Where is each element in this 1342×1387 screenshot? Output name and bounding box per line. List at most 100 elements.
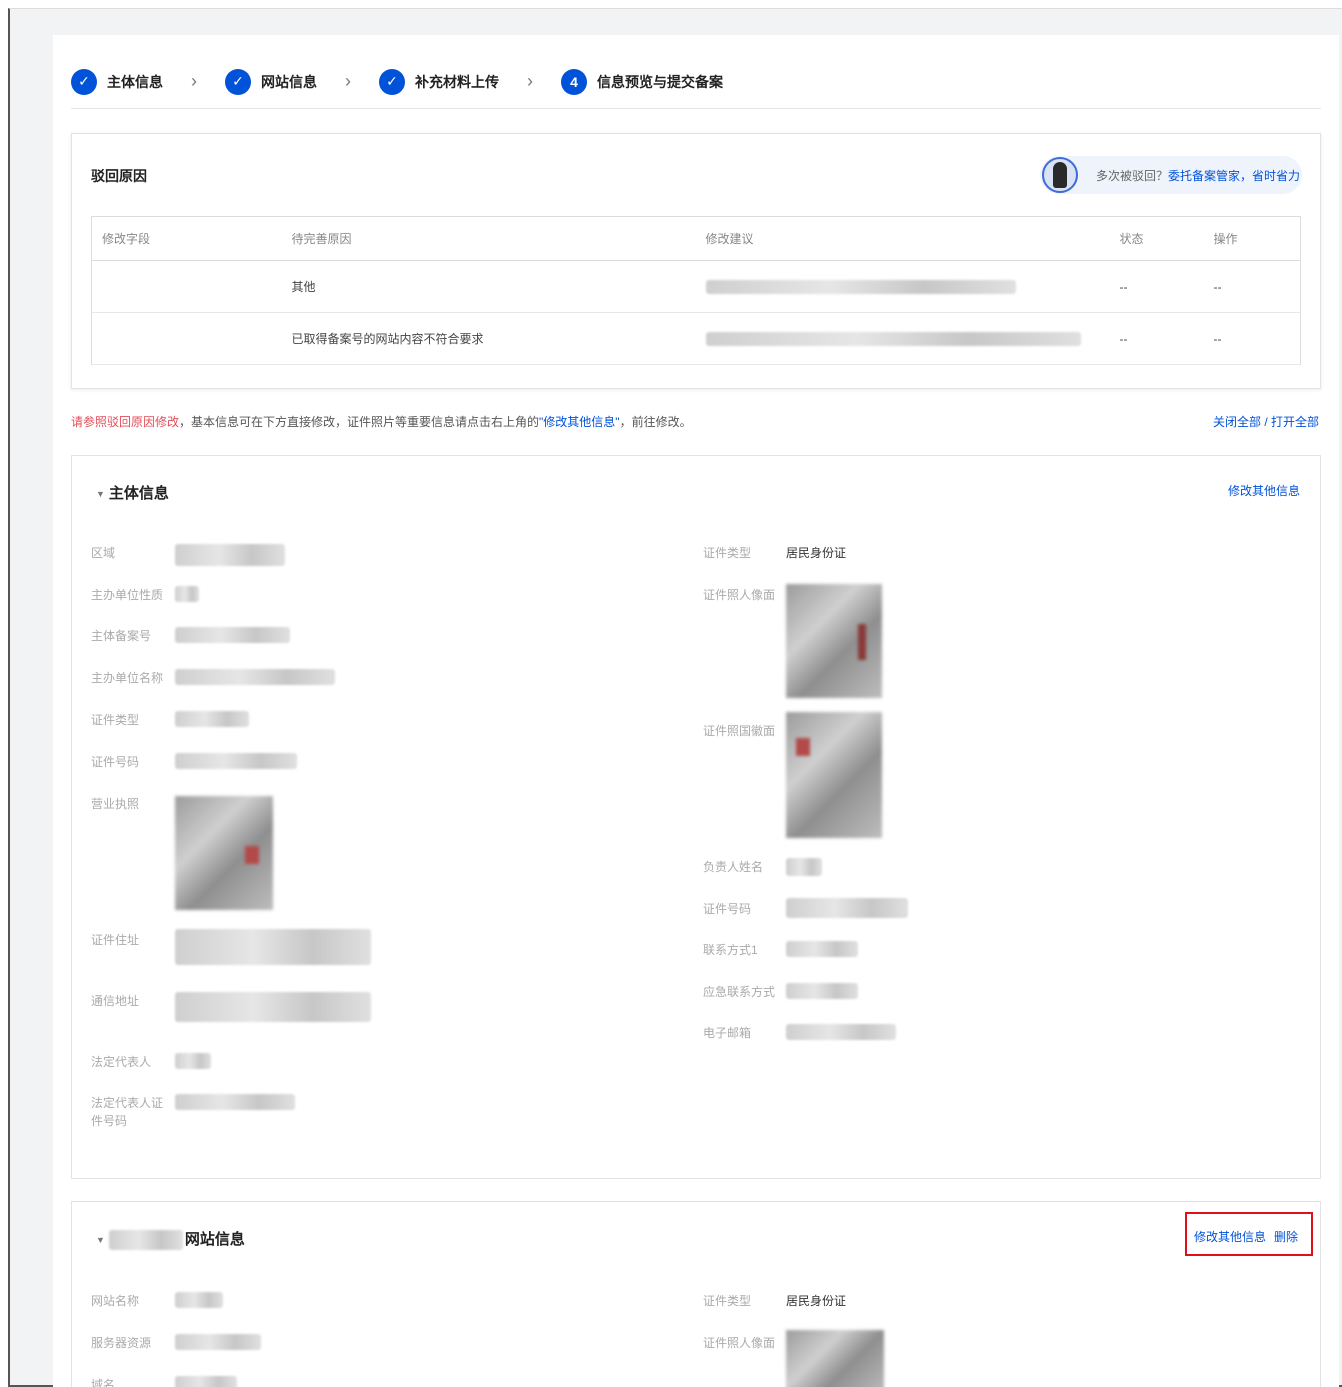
id-portrait-image[interactable]: [786, 584, 882, 698]
id-type-value: 居民身份证: [786, 546, 847, 560]
notice-text: ，基本信息可在下方直接修改，证件照片等重要信息请点击右上角的: [179, 415, 540, 429]
browser-frame: ✓ 主体信息 › ✓ 网站信息 › ✓ 补充材料上传 › 4 信息预览与提交备案…: [8, 8, 1342, 1387]
redacted-value: [786, 941, 858, 957]
field-label: 主体备案号: [91, 629, 152, 643]
caret-down-icon: ▼: [96, 1235, 105, 1246]
field-label: 证件照国徽面: [703, 724, 776, 738]
cell-field: [91, 312, 282, 365]
cell-action: --: [1203, 260, 1301, 313]
section-title[interactable]: ▼ 网站信息: [96, 1228, 245, 1251]
field-label: 负责人姓名: [703, 860, 764, 874]
id-emblem-image[interactable]: [786, 712, 882, 838]
redacted-value: [175, 929, 371, 965]
field-label: 法定代表人证件号码: [91, 1096, 164, 1128]
subject-info-section: ▼ 主体信息 修改其他信息 区域 主办单位性质 主体备案号 主办单位名称 证件类型…: [71, 455, 1321, 1179]
column-header: 操作: [1203, 216, 1301, 261]
column-header: 状态: [1109, 216, 1204, 261]
cell-status: --: [1109, 260, 1204, 313]
filing-helper-banner[interactable]: 多次被驳回？委托备案管家，省时省力: [1040, 156, 1302, 194]
notice-link[interactable]: "修改其他信息": [539, 415, 620, 429]
redacted-value: [175, 711, 249, 727]
field-label: 应急联系方式: [703, 985, 776, 999]
section-title[interactable]: ▼ 主体信息: [96, 482, 169, 503]
cell-status: --: [1109, 312, 1204, 365]
cell-field: [91, 260, 282, 313]
field-label: 证件照人像面: [703, 588, 776, 602]
cell-suggestion-redacted: [695, 312, 1110, 365]
redacted-value: [175, 669, 335, 685]
id-type-value: 居民身份证: [786, 1294, 847, 1308]
check-icon: ✓: [379, 68, 405, 95]
cell-reason: 已取得备案号的网站内容不符合要求: [281, 312, 696, 365]
progress-steps: ✓ 主体信息 › ✓ 网站信息 › ✓ 补充材料上传 › 4 信息预览与提交备案: [71, 55, 1321, 109]
reject-title: 驳回原因: [91, 168, 147, 184]
step-label: 补充材料上传: [415, 73, 499, 90]
redacted-value: [175, 1094, 295, 1110]
toggle-all-link[interactable]: 关闭全部 / 打开全部: [1213, 413, 1319, 430]
field-label: 营业执照: [91, 797, 140, 811]
column-header: 待完善原因: [281, 216, 696, 261]
step-website-info[interactable]: ✓ 网站信息: [225, 68, 317, 95]
redacted-value: [175, 627, 290, 643]
chevron-right-icon: ›: [191, 71, 197, 91]
id-portrait-image[interactable]: [786, 1330, 884, 1387]
business-license-image[interactable]: [175, 796, 273, 910]
field-label: 证件类型: [703, 546, 752, 560]
step-label: 主体信息: [107, 73, 163, 90]
field-label: 主办单位名称: [91, 671, 164, 685]
section-title-text: 网站信息: [184, 1231, 245, 1248]
step-number-icon: 4: [561, 68, 587, 95]
reject-table: 修改字段 待完善原因 修改建议 状态 操作 其他 -- -- 已取得备案号的网站…: [91, 216, 1301, 365]
cell-reason: 其他: [281, 260, 696, 313]
check-icon: ✓: [225, 68, 251, 95]
delete-link[interactable]: 删除: [1274, 1228, 1298, 1245]
field-label: 主办单位性质: [91, 588, 164, 602]
notice-text: ，前往修改。: [619, 415, 692, 429]
field-label: 域名: [91, 1378, 116, 1387]
field-label: 证件类型: [703, 1294, 752, 1308]
field-label: 证件号码: [91, 755, 140, 769]
chevron-right-icon: ›: [527, 71, 533, 91]
field-label: 法定代表人: [91, 1055, 152, 1069]
caret-down-icon: ▼: [96, 489, 105, 500]
field-label: 网站名称: [91, 1294, 140, 1308]
field-label: 服务器资源: [91, 1336, 152, 1350]
field-label: 证件号码: [703, 902, 752, 916]
redacted-value: [786, 898, 908, 918]
check-icon: ✓: [71, 68, 97, 95]
field-label: 证件照人像面: [703, 1336, 776, 1350]
redacted-value: [786, 1024, 896, 1040]
cell-suggestion-redacted: [695, 260, 1110, 313]
redacted-value: [175, 1053, 211, 1069]
website-info-section: ▼ 网站信息 修改其他信息 删除 网站名称 服务器资源 域名 证件类型 居民身份证…: [71, 1201, 1321, 1387]
edit-other-info-link[interactable]: 修改其他信息: [1228, 482, 1300, 499]
field-label: 证件住址: [91, 933, 140, 947]
step-upload-materials[interactable]: ✓ 补充材料上传: [379, 68, 499, 95]
notice-highlight: 请参照驳回原因修改: [71, 415, 180, 429]
helper-link[interactable]: 委托备案管家，省时省力: [1168, 169, 1300, 183]
helper-text: 多次被驳回？: [1096, 168, 1169, 183]
column-header: 修改字段: [91, 216, 282, 261]
table-header-row: 修改字段 待完善原因 修改建议 状态 操作: [91, 216, 1301, 261]
field-label: 区域: [91, 546, 116, 560]
field-label: 通信地址: [91, 994, 140, 1008]
redacted-value: [175, 992, 371, 1022]
redacted-value: [175, 1334, 261, 1350]
field-label: 证件类型: [91, 713, 140, 727]
redacted-value: [175, 1292, 223, 1308]
section-title-text: 主体信息: [108, 485, 169, 502]
redacted-value: [786, 983, 858, 999]
reject-reason-card: 驳回原因 多次被驳回？委托备案管家，省时省力 修改字段 待完善原因 修改建议 状…: [71, 133, 1321, 389]
step-subject-info[interactable]: ✓ 主体信息: [71, 68, 163, 95]
step-preview-submit[interactable]: 4 信息预览与提交备案: [561, 68, 723, 95]
field-label: 电子邮箱: [703, 1026, 752, 1040]
redacted-value: [175, 753, 297, 769]
field-label: 联系方式1: [703, 943, 758, 957]
table-row: 其他 -- --: [91, 260, 1301, 313]
column-header: 修改建议: [695, 216, 1110, 261]
edit-notice: 请参照驳回原因修改，基本信息可在下方直接修改，证件照片等重要信息请点击右上角的"…: [71, 413, 692, 430]
edit-other-info-link[interactable]: 修改其他信息: [1194, 1228, 1266, 1245]
avatar: [1042, 157, 1078, 193]
redacted-value: [175, 586, 199, 602]
redacted-value: [175, 544, 285, 566]
